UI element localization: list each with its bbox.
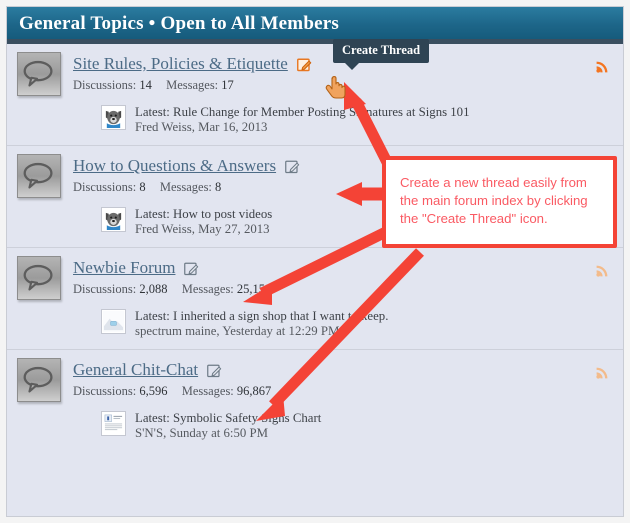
document-avatar-icon	[101, 411, 126, 436]
forum-row-main: General Chit-Chat Discussions: 6,596 Mes…	[17, 358, 613, 402]
forum-row-main: Newbie Forum Discussions: 2,088 Messages…	[17, 256, 613, 300]
latest-label: Latest:	[135, 309, 174, 323]
last-post-date: May 27, 2013	[198, 222, 270, 236]
last-post[interactable]: Latest: How to post videos Fred Weiss, M…	[101, 207, 613, 237]
last-post-title-row: Latest: Rule Change for Member Posting S…	[135, 105, 469, 119]
discussions-count: 6,596	[139, 384, 168, 398]
forum-title-link[interactable]: Site Rules, Policies & Etiquette	[73, 54, 288, 74]
last-post-title-link[interactable]: Symbolic Safety Signs Chart	[173, 411, 321, 425]
messages-label: Messages:	[166, 78, 222, 92]
forum-category-panel: General Topics • Open to All Members Sit…	[6, 6, 624, 517]
forum-stats: Discussions: 6,596 Messages: 96,867	[73, 384, 613, 399]
discussions-label: Discussions:	[73, 78, 140, 92]
discussions-count: 8	[139, 180, 146, 194]
create-thread-icon[interactable]	[285, 159, 300, 174]
last-post-title-row: Latest: I inherited a sign shop that I w…	[135, 309, 388, 323]
messages-count: 8	[215, 180, 222, 194]
forum-title-line: How to Questions & Answers	[73, 156, 613, 176]
last-post-title-link[interactable]: Rule Change for Member Posting Signature…	[173, 105, 469, 119]
speech-bubble-icon	[17, 256, 61, 300]
dog-avatar-icon	[101, 207, 126, 232]
forum-title-link[interactable]: How to Questions & Answers	[73, 156, 276, 176]
last-post-title-row: Latest: Symbolic Safety Signs Chart	[135, 411, 321, 425]
create-thread-icon[interactable]	[184, 261, 199, 276]
rss-icon[interactable]	[596, 162, 609, 175]
messages-label: Messages:	[181, 384, 237, 398]
last-post-meta: Fred Weiss, May 27, 2013	[135, 222, 270, 236]
latest-label: Latest:	[135, 411, 174, 425]
last-post-text: Latest: I inherited a sign shop that I w…	[135, 309, 388, 339]
photo-avatar-icon	[101, 309, 126, 334]
forum-row[interactable]: Site Rules, Policies & Etiquette Discuss…	[7, 44, 623, 146]
last-post-text: Latest: How to post videos Fred Weiss, M…	[135, 207, 272, 237]
last-post[interactable]: Latest: Symbolic Safety Signs Chart S'N'…	[101, 411, 613, 441]
last-post-text: Latest: Symbolic Safety Signs Chart S'N'…	[135, 411, 321, 441]
last-post[interactable]: Latest: I inherited a sign shop that I w…	[101, 309, 613, 339]
last-post-date: Mar 16, 2013	[198, 120, 268, 134]
messages-count: 17	[221, 78, 234, 92]
last-post-author-link[interactable]: spectrum maine	[135, 324, 216, 338]
rss-icon[interactable]	[596, 366, 609, 379]
messages-label: Messages:	[181, 282, 237, 296]
forum-row-main: Site Rules, Policies & Etiquette Discuss…	[17, 52, 613, 96]
rss-icon[interactable]	[596, 264, 609, 277]
forum-list: Site Rules, Policies & Etiquette Discuss…	[7, 44, 623, 451]
forum-row-main: How to Questions & Answers Discussions: …	[17, 154, 613, 198]
page-title: General Topics • Open to All Members	[19, 13, 339, 34]
last-post-title-row: Latest: How to post videos	[135, 207, 272, 221]
speech-bubble-icon	[17, 358, 61, 402]
forum-stats: Discussions: 2,088 Messages: 25,159	[73, 282, 613, 297]
forum-title-line: Newbie Forum	[73, 258, 613, 278]
create-thread-icon[interactable]	[207, 363, 222, 378]
forum-row-text: How to Questions & Answers Discussions: …	[73, 154, 613, 195]
forum-title-line: General Chit-Chat	[73, 360, 613, 380]
last-post-title-link[interactable]: How to post videos	[173, 207, 272, 221]
discussions-count: 2,088	[139, 282, 168, 296]
speech-bubble-icon	[17, 154, 61, 198]
forum-title-link[interactable]: General Chit-Chat	[73, 360, 198, 380]
discussions-label: Discussions:	[73, 384, 140, 398]
screenshot-root: General Topics • Open to All Members Sit…	[0, 0, 630, 523]
dog-avatar-icon	[101, 105, 126, 130]
forum-title-line: Site Rules, Policies & Etiquette	[73, 54, 613, 74]
last-post-meta: Fred Weiss, Mar 16, 2013	[135, 120, 268, 134]
forum-row-text: General Chit-Chat Discussions: 6,596 Mes…	[73, 358, 613, 399]
speech-bubble-icon	[17, 52, 61, 96]
last-post[interactable]: Latest: Rule Change for Member Posting S…	[101, 105, 613, 135]
discussions-label: Discussions:	[73, 282, 140, 296]
create-thread-icon[interactable]	[296, 57, 312, 72]
forum-row[interactable]: General Chit-Chat Discussions: 6,596 Mes…	[7, 350, 623, 451]
messages-count: 96,867	[236, 384, 272, 398]
discussions-count: 14	[139, 78, 152, 92]
last-post-date: Sunday at 6:50 PM	[169, 426, 268, 440]
category-header: General Topics • Open to All Members	[7, 7, 623, 44]
forum-row[interactable]: How to Questions & Answers Discussions: …	[7, 146, 623, 248]
last-post-author-link[interactable]: S'N'S	[135, 426, 163, 440]
last-post-title-link[interactable]: I inherited a sign shop that I want to k…	[173, 309, 388, 323]
forum-title-link[interactable]: Newbie Forum	[73, 258, 175, 278]
last-post-date: Yesterday at 12:29 PM	[222, 324, 340, 338]
latest-label: Latest:	[135, 105, 174, 119]
discussions-label: Discussions:	[73, 180, 140, 194]
messages-count: 25,159	[236, 282, 272, 296]
forum-row-text: Site Rules, Policies & Etiquette Discuss…	[73, 52, 613, 93]
rss-icon[interactable]	[596, 60, 609, 73]
last-post-text: Latest: Rule Change for Member Posting S…	[135, 105, 469, 135]
last-post-author-link[interactable]: Fred Weiss	[135, 120, 192, 134]
forum-row[interactable]: Newbie Forum Discussions: 2,088 Messages…	[7, 248, 623, 350]
forum-row-text: Newbie Forum Discussions: 2,088 Messages…	[73, 256, 613, 297]
latest-label: Latest:	[135, 207, 174, 221]
forum-stats: Discussions: 14 Messages: 17	[73, 78, 613, 93]
last-post-meta: spectrum maine, Yesterday at 12:29 PM	[135, 324, 340, 338]
messages-label: Messages:	[159, 180, 216, 194]
forum-stats: Discussions: 8 Messages: 8	[73, 180, 613, 195]
last-post-meta: S'N'S, Sunday at 6:50 PM	[135, 426, 268, 440]
last-post-author-link[interactable]: Fred Weiss	[135, 222, 192, 236]
